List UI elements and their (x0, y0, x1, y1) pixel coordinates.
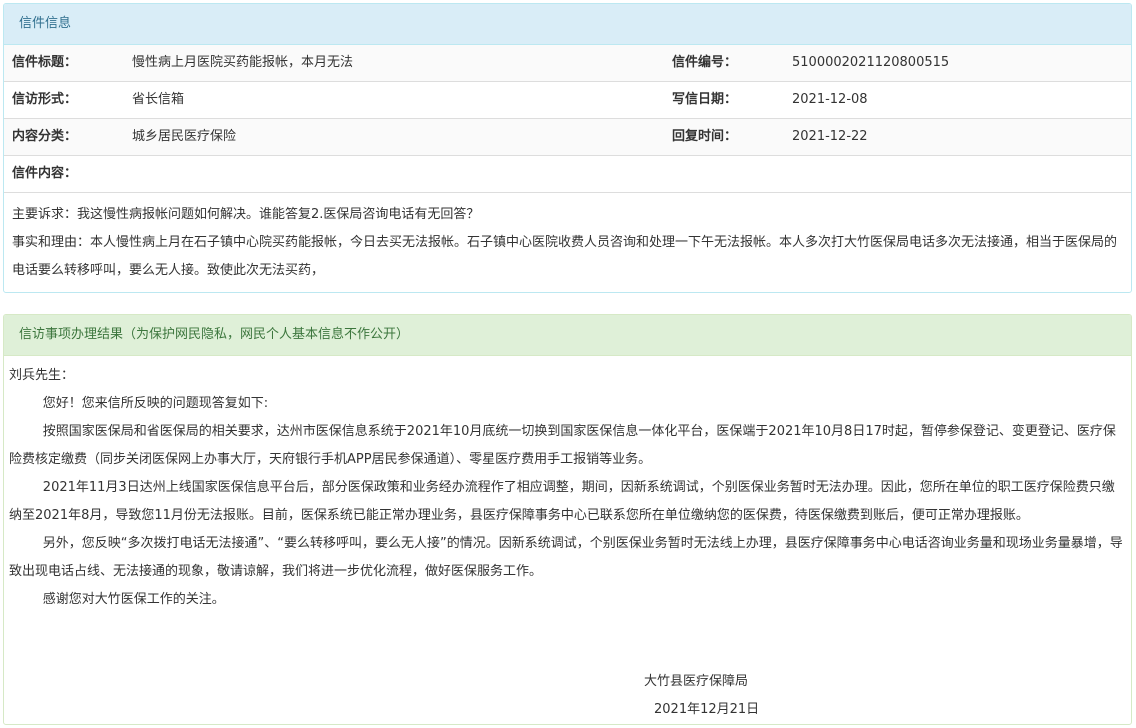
letter-form-value: 省长信箱 (132, 92, 185, 107)
letter-category-value: 城乡居民医疗保险 (132, 129, 237, 144)
letter-content-body: 主要诉求：我这慢性病报帐问题如何解决。谁能答复2.医保局咨询电话有无回答？ 事实… (4, 193, 1131, 285)
result-panel: 信访事项办理结果（为保护网民隐私，网民个人基本信息不作公开） 刘兵先生： 您好！… (3, 314, 1132, 725)
letter-form-label: 信访形式： (12, 92, 78, 107)
reply-salutation: 刘兵先生： (9, 368, 75, 383)
letter-content-row: 信件内容： (4, 156, 1131, 193)
letter-info-panel: 信件信息 信件标题： 慢性病上月医院买药能报帐，本月无法 信件编号： 51000… (3, 3, 1132, 293)
reply-greeting: 您好！您来信所反映的问题现答复如下: (42, 396, 269, 411)
letter-number-value: 510000202112080051​5 (792, 55, 950, 70)
letter-title-row: 信件标题： 慢性病上月医院买药能报帐，本月无法 信件编号： 5100002021… (4, 45, 1131, 82)
reply-sign-date: 2021年12月21日 (654, 702, 760, 717)
letter-date-value: 2021-12-08 (792, 92, 868, 107)
reply-paragraph-3: 另外，您反映“多次拨打电话无法接通”、“要么转移呼叫，要么无人接”的情况。因新系… (9, 536, 1123, 579)
letter-date-label: 写信日期： (672, 92, 738, 107)
reply-paragraph-2: 2021年11月3日达州上线国家医保信息平台后，部分医保政策和业务经办流程作了相… (9, 480, 1115, 523)
letter-category-label: 内容分类： (12, 129, 78, 144)
reply-paragraph-1: 按照国家医保局和省医保局的相关要求，达州市医保信息系统于2021年10月底统一切… (9, 424, 1116, 467)
reply-thanks: 感谢您对大竹医保工作的关注。 (42, 592, 225, 607)
letter-category-row: 内容分类： 城乡居民医疗保险 回复时间： 2021-12-22 (4, 119, 1131, 156)
letter-number-label: 信件编号： (672, 55, 738, 70)
letter-facts-reasons: 事实和理由：本人慢性病上月在石子镇中心院买药能报帐，今日去买无法报帐。石子镇中心… (12, 235, 1118, 278)
letter-title-label: 信件标题： (12, 55, 78, 70)
letter-content-label: 信件内容： (12, 166, 78, 181)
letter-info-header: 信件信息 (4, 4, 1131, 45)
reply-time-value: 2021-12-22 (792, 129, 868, 144)
reply-signature: 大竹县医疗保障局 (644, 674, 749, 689)
result-panel-header: 信访事项办理结果（为保护网民隐私，网民个人基本信息不作公开） (4, 315, 1131, 356)
letter-form-row: 信访形式： 省长信箱 写信日期： 2021-12-08 (4, 82, 1131, 119)
reply-time-label: 回复时间： (672, 129, 738, 144)
letter-main-request: 主要诉求：我这慢性病报帐问题如何解决。谁能答复2.医保局咨询电话有无回答？ (12, 207, 480, 222)
reply-body: 刘兵先生： 您好！您来信所反映的问题现答复如下: 按照国家医保局和省医保局的相关… (4, 356, 1131, 614)
letter-title-value: 慢性病上月医院买药能报帐，本月无法 (132, 55, 354, 70)
